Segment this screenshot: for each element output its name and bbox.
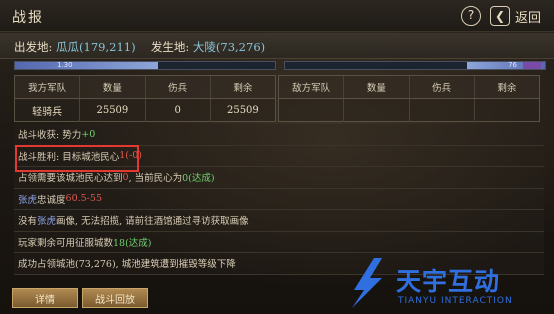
watermark-text: 天宇互动 <box>396 267 501 296</box>
origin-value[interactable]: 瓜瓜(179,211) <box>56 40 136 54</box>
header-cell: 数量 <box>80 76 146 98</box>
enemy-army-header: 敌方军队 数量 伤兵 剩余 <box>279 76 539 99</box>
header-bar: 战报 ? ❮ 返回 <box>0 0 554 32</box>
empty-cell <box>344 99 410 122</box>
back-label: 返回 <box>515 10 542 26</box>
strength-bars: 1.30 76 <box>14 61 546 70</box>
report-text: 占领需要该城池民心达到 <box>18 173 123 185</box>
table-row <box>279 99 539 122</box>
location-text: 出发地: 瓜瓜(179,211) 发生地: 大陵(73,276) <box>14 39 265 55</box>
general-name[interactable]: 张虎 <box>37 213 56 227</box>
unit-count: 25509 <box>80 99 146 122</box>
enemy-strength-bar: 76 <box>284 61 546 70</box>
watermark: 天宇互动 TIANYU INTERACTION <box>344 256 544 310</box>
report-text: , 当前民心为 <box>128 173 183 185</box>
unit-type: 轻骑兵 <box>15 99 81 122</box>
header-cell: 剩余 <box>233 83 253 94</box>
details-button[interactable]: 详情 <box>12 288 78 308</box>
origin-label: 出发地: <box>14 40 53 54</box>
my-army-table: 我方军队 数量 伤兵 剩余 轻骑兵 25509 0 25509 <box>14 75 276 122</box>
my-strength-fill <box>15 62 158 69</box>
unit-wounded: 0 <box>146 99 211 122</box>
report-text: 玩家剩余可用征服城数 <box>18 237 114 249</box>
my-strength-bar: 1.30 <box>14 61 276 70</box>
battle-replay-button[interactable]: 战斗回放 <box>82 288 148 308</box>
list-item: 战斗收获: 势力 +0 <box>14 124 544 146</box>
empty-cell <box>279 99 345 122</box>
enemy-strength-value: 76 <box>508 61 517 69</box>
header-cell: 数量 <box>344 76 410 98</box>
list-item: 张虎 忠诚度 60.5-55 <box>14 188 544 210</box>
battle-location-label: 发生地: <box>150 40 190 54</box>
empty-cell <box>475 99 539 122</box>
report-value: 18(达成) <box>113 237 152 249</box>
header-cell: 伤兵 <box>146 76 211 98</box>
watermark-subtext: TIANYU INTERACTION <box>398 296 513 306</box>
back-button[interactable]: ❮ 返回 <box>490 4 550 28</box>
report-text: 没有 <box>18 216 38 228</box>
report-text: 画像, 无法招揽, 请前往酒馆通过寻访获取画像 <box>56 216 249 228</box>
unit-remaining: 25509 <box>226 105 259 116</box>
general-name[interactable]: 张虎 <box>18 192 37 206</box>
table-row: 轻骑兵 25509 0 25509 <box>15 99 275 122</box>
report-value: 0(达成) <box>182 173 215 185</box>
watermark-logo-icon <box>352 258 382 308</box>
report-text: 忠诚度 <box>37 194 66 206</box>
location-bar: 出发地: 瓜瓜(179,211) 发生地: 大陵(73,276) <box>0 33 554 59</box>
list-item: 没有 张虎 画像, 无法招揽, 请前往酒馆通过寻访获取画像 <box>14 210 544 232</box>
list-item: 玩家剩余可用征服城数 18(达成) <box>14 231 544 253</box>
report-value: +0 <box>81 128 96 140</box>
report-value: 60.5-55 <box>65 193 102 205</box>
report-text: 成功占领城池(73,276), 城池建筑遭到摧毁等级下降 <box>18 259 236 271</box>
my-strength-value: 1.30 <box>57 61 73 69</box>
header-cell: 剩余 <box>497 83 517 94</box>
header-cell: 敌方军队 <box>279 76 345 98</box>
my-army-header: 我方军队 数量 伤兵 剩余 <box>15 76 275 99</box>
header-cell: 我方军队 <box>15 76 81 98</box>
battle-location-value[interactable]: 大陵(73,276) <box>193 40 265 54</box>
header-cell: 伤兵 <box>410 76 475 98</box>
empty-cell <box>410 99 475 122</box>
help-button[interactable]: ? <box>461 6 481 26</box>
enemy-army-table: 敌方军队 数量 伤兵 剩余 <box>278 75 540 122</box>
report-text: 战斗收获: 势力 <box>18 130 82 142</box>
page-title: 战报 <box>12 10 44 26</box>
highlight-annotation <box>15 145 139 172</box>
back-icon: ❮ <box>490 6 510 26</box>
enemy-army-icon <box>523 62 541 69</box>
